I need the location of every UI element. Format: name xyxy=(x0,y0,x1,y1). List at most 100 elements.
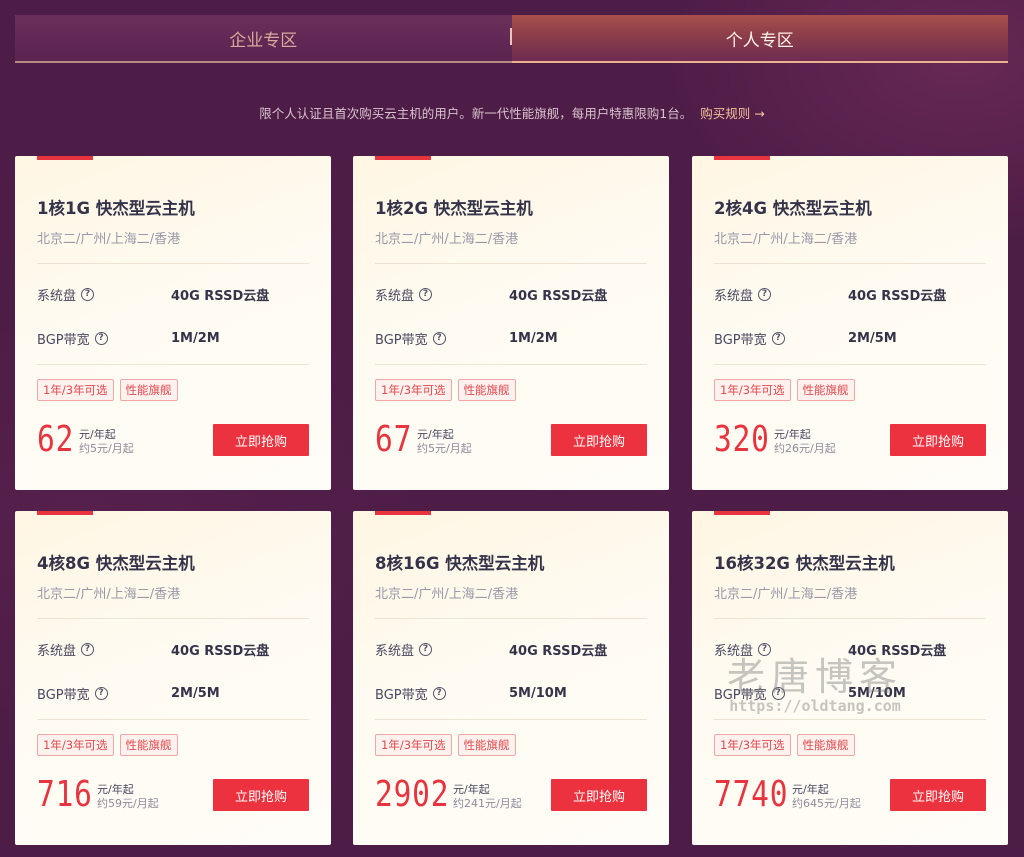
price-unit: 元/年起 xyxy=(453,783,490,796)
card-title: 2核4G 快杰型云主机 xyxy=(714,199,872,218)
spec-label-text: BGP带宽 xyxy=(37,687,90,703)
spec-label: 系统盘 ? xyxy=(37,285,171,304)
spec-label-text: 系统盘 xyxy=(375,643,415,659)
price-value: 320 xyxy=(714,419,770,460)
spec-label: BGP带宽 ? xyxy=(37,684,171,703)
help-icon[interactable]: ? xyxy=(94,686,108,700)
tag-list: 1年/3年可选 性能旗舰 xyxy=(375,379,516,401)
product-card: 16核32G 快杰型云主机 北京二/广州/上海二/香港 系统盘 ? 40G RS… xyxy=(692,511,1008,845)
spec-label: 系统盘 ? xyxy=(375,285,509,304)
price-unit: 元/年起 xyxy=(97,783,134,796)
tab-personal-zone[interactable]: 个人专区 xyxy=(511,15,1008,63)
price-monthly: 约645元/月起 xyxy=(792,797,861,810)
tag-term: 1年/3年可选 xyxy=(37,734,114,756)
spec-value-bandwidth: 1M/2M xyxy=(509,330,558,346)
buy-now-button[interactable]: 立即抢购 xyxy=(890,779,986,811)
spec-label-text: BGP带宽 xyxy=(37,332,90,348)
tab-enterprise-zone[interactable]: 企业专区 xyxy=(15,15,512,63)
spec-label: 系统盘 ? xyxy=(37,640,171,659)
divider xyxy=(375,364,647,365)
tag-list: 1年/3年可选 性能旗舰 xyxy=(714,379,855,401)
price-unit: 元/年起 xyxy=(792,783,829,796)
price-row: 2902 元/年起 约241元/月起 xyxy=(375,775,522,813)
spec-label: 系统盘 ? xyxy=(375,640,509,659)
purchase-rules-link[interactable]: 购买规则 → xyxy=(700,106,764,121)
spec-label-text: 系统盘 xyxy=(714,643,754,659)
tag-list: 1年/3年可选 性能旗舰 xyxy=(37,734,178,756)
tag-flagship: 性能旗舰 xyxy=(796,734,855,756)
card-title: 1核2G 快杰型云主机 xyxy=(375,199,533,218)
buy-now-button[interactable]: 立即抢购 xyxy=(551,424,647,456)
spec-row-disk: 系统盘 ? 40G RSSD云盘 xyxy=(37,284,309,304)
price-meta: 元/年起 约241元/月起 xyxy=(453,783,522,811)
spec-label: BGP带宽 ? xyxy=(375,684,509,703)
purchase-notice: 限个人认证且首次购买云主机的用户。新一代性能旗舰，每用户特惠限购1台。 购买规则 … xyxy=(0,103,1024,122)
spec-value-disk: 40G RSSD云盘 xyxy=(509,288,608,304)
divider xyxy=(714,364,986,365)
price-meta: 元/年起 约5元/月起 xyxy=(417,428,472,456)
spec-row-disk: 系统盘 ? 40G RSSD云盘 xyxy=(375,639,647,659)
help-icon[interactable]: ? xyxy=(419,287,433,301)
card-regions: 北京二/广州/上海二/香港 xyxy=(714,587,858,602)
price-monthly: 约5元/月起 xyxy=(79,442,134,455)
divider xyxy=(37,618,309,619)
spec-label-text: 系统盘 xyxy=(375,288,415,304)
help-icon[interactable]: ? xyxy=(771,331,785,345)
buy-now-button[interactable]: 立即抢购 xyxy=(213,779,309,811)
spec-value-disk: 40G RSSD云盘 xyxy=(848,288,947,304)
divider xyxy=(714,618,986,619)
price-monthly: 约59元/月起 xyxy=(97,797,159,810)
spec-label: BGP带宽 ? xyxy=(37,329,171,348)
card-title: 1核1G 快杰型云主机 xyxy=(37,199,195,218)
tag-flagship: 性能旗舰 xyxy=(796,379,855,401)
tag-list: 1年/3年可选 性能旗舰 xyxy=(714,734,855,756)
spec-value-disk: 40G RSSD云盘 xyxy=(848,643,947,659)
price-row: 7740 元/年起 约645元/月起 xyxy=(714,775,861,813)
tag-flagship: 性能旗舰 xyxy=(457,379,516,401)
tag-flagship: 性能旗舰 xyxy=(119,734,178,756)
divider xyxy=(375,263,647,264)
tag-list: 1年/3年可选 性能旗舰 xyxy=(375,734,516,756)
spec-value-bandwidth: 5M/10M xyxy=(509,685,567,701)
spec-row-disk: 系统盘 ? 40G RSSD云盘 xyxy=(37,639,309,659)
tab-divider xyxy=(510,28,512,45)
tag-term: 1年/3年可选 xyxy=(375,734,452,756)
buy-now-button[interactable]: 立即抢购 xyxy=(551,779,647,811)
spec-label-text: BGP带宽 xyxy=(375,332,428,348)
product-card: 8核16G 快杰型云主机 北京二/广州/上海二/香港 系统盘 ? 40G RSS… xyxy=(353,511,669,845)
tag-flagship: 性能旗舰 xyxy=(119,379,178,401)
buy-now-button[interactable]: 立即抢购 xyxy=(213,424,309,456)
price-meta: 元/年起 约26元/月起 xyxy=(774,428,836,456)
help-icon[interactable]: ? xyxy=(432,686,446,700)
spec-label-text: 系统盘 xyxy=(37,288,77,304)
help-icon[interactable]: ? xyxy=(758,642,772,656)
price-value: 7740 xyxy=(714,774,789,815)
buy-now-button[interactable]: 立即抢购 xyxy=(890,424,986,456)
spec-row-bandwidth: BGP带宽 ? 1M/2M xyxy=(375,328,647,348)
card-regions: 北京二/广州/上海二/香港 xyxy=(714,232,858,247)
tag-term: 1年/3年可选 xyxy=(714,379,791,401)
help-icon[interactable]: ? xyxy=(432,331,446,345)
price-unit: 元/年起 xyxy=(417,428,454,441)
price-monthly: 约26元/月起 xyxy=(774,442,836,455)
spec-value-bandwidth: 2M/5M xyxy=(171,685,220,701)
spec-label: 系统盘 ? xyxy=(714,285,848,304)
help-icon[interactable]: ? xyxy=(81,642,95,656)
spec-row-bandwidth: BGP带宽 ? 1M/2M xyxy=(37,328,309,348)
product-card: 1核2G 快杰型云主机 北京二/广州/上海二/香港 系统盘 ? 40G RSSD… xyxy=(353,156,669,490)
price-unit: 元/年起 xyxy=(79,428,116,441)
spec-label: BGP带宽 ? xyxy=(375,329,509,348)
price-value: 62 xyxy=(37,419,75,460)
spec-row-bandwidth: BGP带宽 ? 5M/10M xyxy=(714,683,986,703)
spec-row-bandwidth: BGP带宽 ? 2M/5M xyxy=(714,328,986,348)
spec-label: 系统盘 ? xyxy=(714,640,848,659)
help-icon[interactable]: ? xyxy=(94,331,108,345)
help-icon[interactable]: ? xyxy=(81,287,95,301)
price-meta: 元/年起 约59元/月起 xyxy=(97,783,159,811)
help-icon[interactable]: ? xyxy=(758,287,772,301)
spec-value-disk: 40G RSSD云盘 xyxy=(509,643,608,659)
help-icon[interactable]: ? xyxy=(419,642,433,656)
help-icon[interactable]: ? xyxy=(771,686,785,700)
tag-term: 1年/3年可选 xyxy=(375,379,452,401)
price-row: 716 元/年起 约59元/月起 xyxy=(37,775,159,813)
